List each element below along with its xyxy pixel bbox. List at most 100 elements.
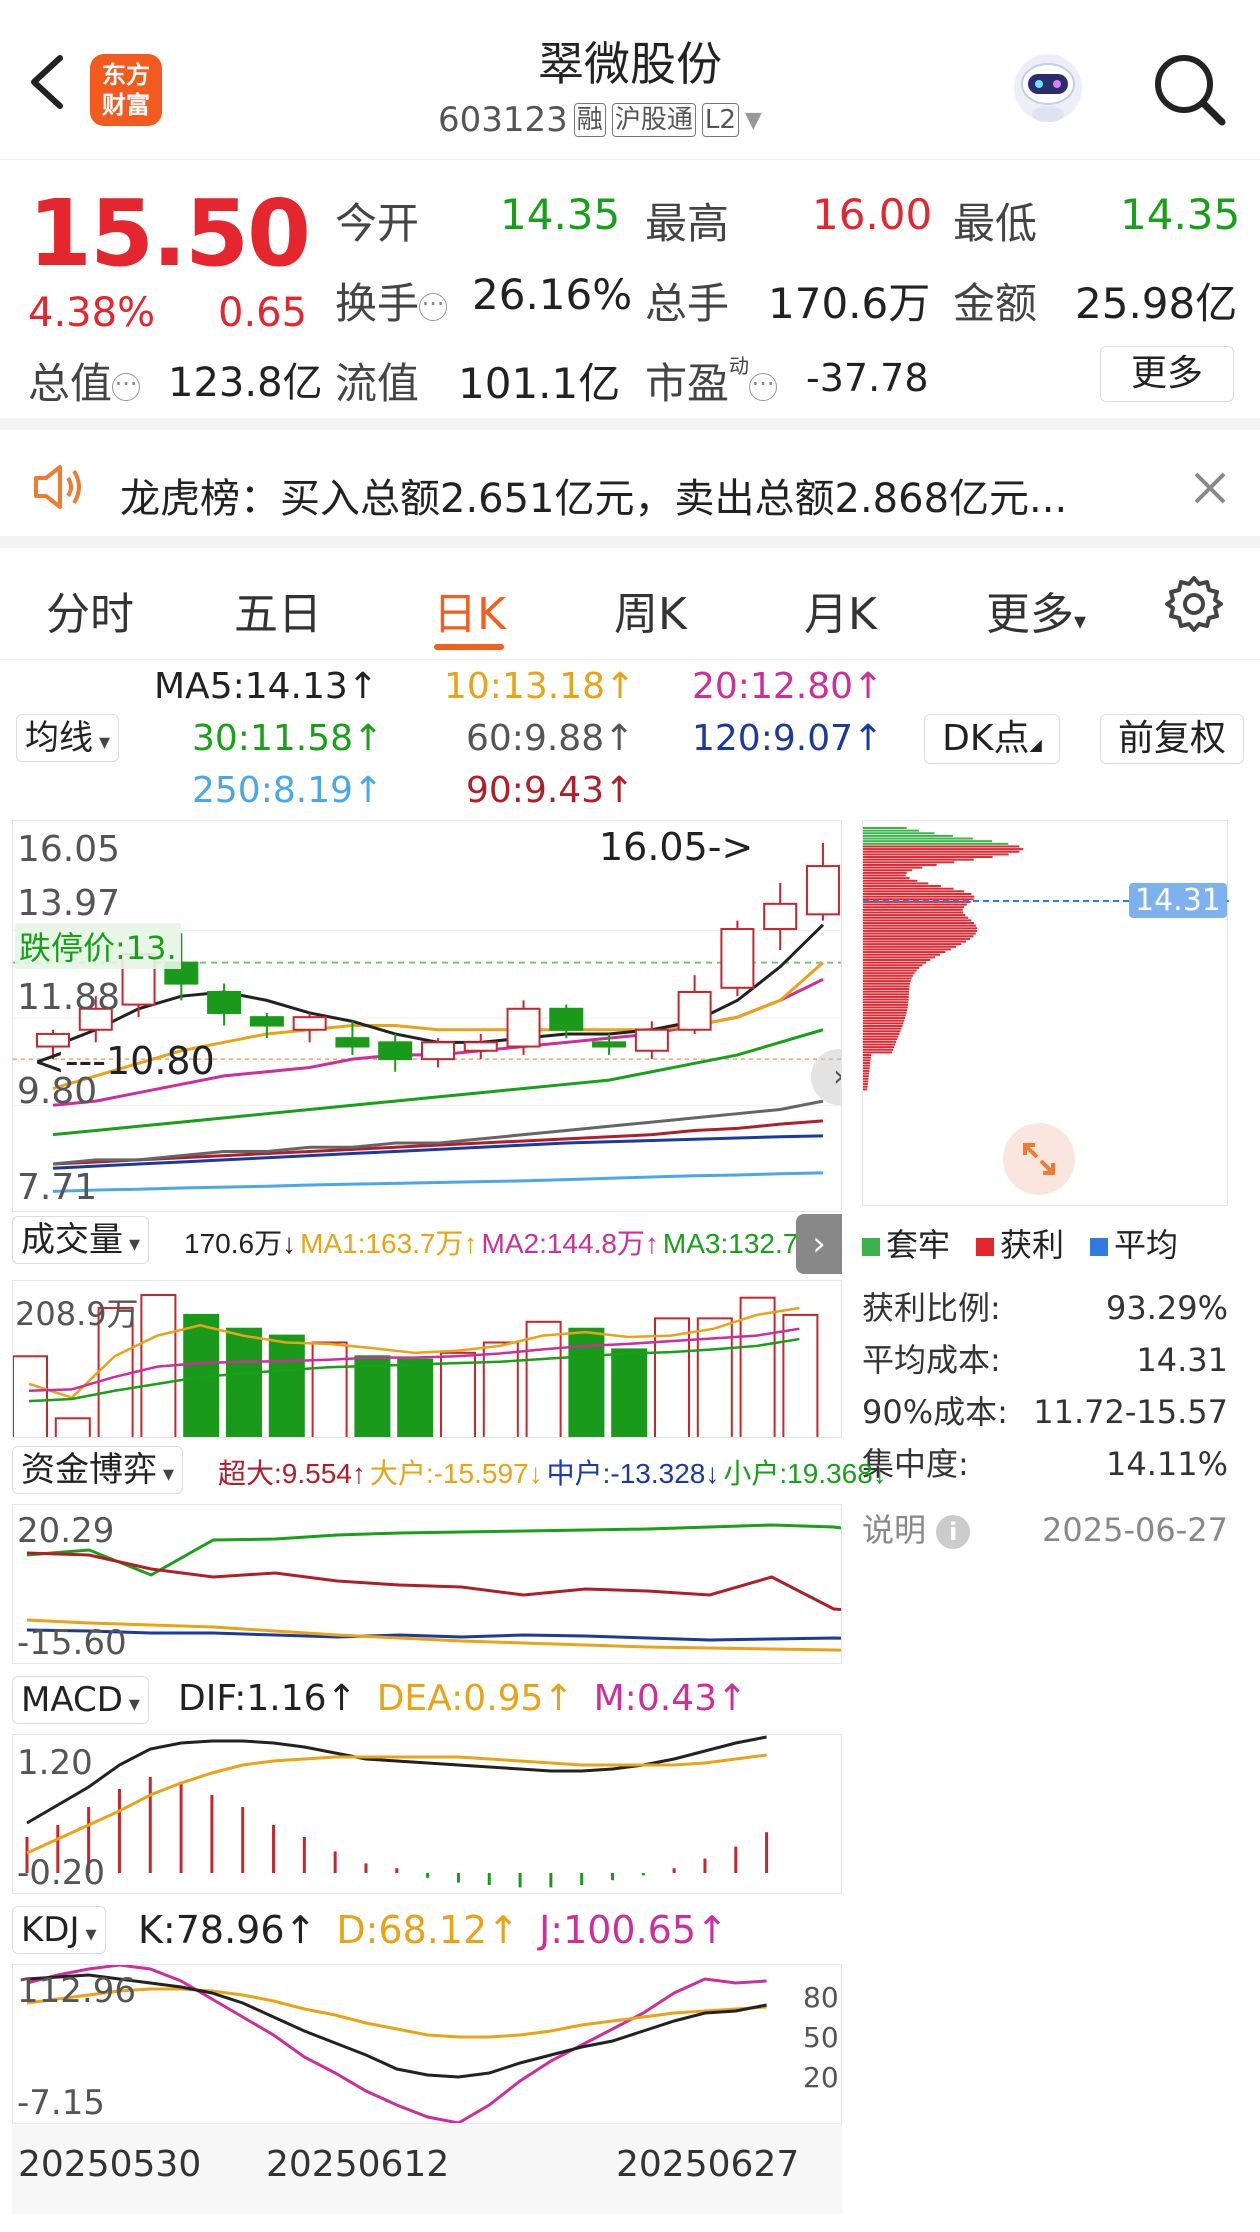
macd-selector[interactable]: MACD bbox=[12, 1676, 149, 1724]
adjust-button[interactable]: 前复权 bbox=[1100, 714, 1244, 764]
ma-selector[interactable]: 均线 bbox=[16, 714, 120, 762]
kdj-right-80: 80 bbox=[803, 1981, 839, 2014]
capital-selector[interactable]: 资金博弈 bbox=[12, 1446, 184, 1494]
note-link[interactable]: 说明 i bbox=[862, 1504, 971, 1556]
volume-bar bbox=[268, 1334, 305, 1437]
more-button[interactable]: 更多 bbox=[1100, 346, 1234, 402]
chip-bar bbox=[863, 1006, 908, 1009]
chip-bar bbox=[863, 929, 978, 932]
macd-chart[interactable]: 1.20 -0.20 bbox=[12, 1734, 842, 1894]
legend-average: 平均 bbox=[1090, 1220, 1178, 1266]
tab-intraday[interactable]: 分时 bbox=[46, 578, 134, 642]
expand-icon[interactable] bbox=[1003, 1123, 1075, 1195]
close-icon[interactable] bbox=[1192, 470, 1228, 506]
capital-small: 小户:19.368↓ bbox=[723, 1458, 887, 1489]
chip-bar bbox=[863, 1019, 905, 1022]
chip-bar bbox=[863, 998, 909, 1001]
chip-bar bbox=[863, 898, 974, 901]
kdj-svg bbox=[26, 1965, 767, 2123]
chip-distribution[interactable]: 14.31 bbox=[862, 820, 1229, 1206]
chip-bar bbox=[863, 988, 910, 991]
kdj-right-50: 50 bbox=[803, 2021, 839, 2054]
capital-selector-label: 资金博弈 bbox=[21, 1450, 157, 1490]
chip-bar bbox=[863, 1040, 897, 1043]
dk-point-label: DK点 bbox=[942, 718, 1030, 759]
more-dots-icon[interactable]: ··· bbox=[749, 372, 778, 401]
candle-body bbox=[805, 865, 840, 916]
chip-stats: 获利比例: 93.29% 平均成本: 14.31 90%成本: 11.72-15.57… bbox=[862, 1282, 1228, 1556]
chip-bar bbox=[863, 956, 936, 959]
stat-row: 获利比例: 93.29% bbox=[862, 1282, 1228, 1334]
tab-more-arrow: ▾ bbox=[1074, 607, 1087, 635]
tab-monthly-k[interactable]: 月K bbox=[804, 578, 877, 642]
stat-row: 集中度: 14.11% bbox=[862, 1438, 1228, 1490]
candle-body bbox=[249, 1016, 284, 1027]
ma20-value: 20:12.80↑ bbox=[692, 666, 884, 707]
chip-bar bbox=[863, 919, 972, 922]
field-amount-value: 25.98亿 bbox=[1075, 279, 1238, 328]
volume-bar bbox=[354, 1355, 391, 1437]
search-icon[interactable] bbox=[1150, 50, 1230, 130]
chip-bar bbox=[863, 945, 957, 948]
chip-date: 2025-06-27 bbox=[1042, 1511, 1228, 1549]
notice-bar[interactable]: 龙虎榜：买入总额2.651亿元，卖出总额2.868亿元... bbox=[0, 430, 1260, 548]
more-dots-icon[interactable]: ··· bbox=[112, 372, 141, 401]
chip-bar bbox=[863, 1083, 868, 1086]
chip-bar bbox=[863, 887, 954, 890]
chip-bar bbox=[863, 1014, 906, 1017]
chip-bar bbox=[863, 1051, 893, 1054]
stat-value: 93.29% bbox=[1105, 1289, 1228, 1327]
kdj-chart[interactable]: 112.96 -7.15 80 50 20 bbox=[12, 1964, 842, 2124]
chip-bar bbox=[863, 980, 911, 983]
more-dots-icon[interactable]: ··· bbox=[419, 292, 448, 321]
legend-profit: 获利 bbox=[976, 1220, 1064, 1266]
ma-selector-label: 均线 bbox=[25, 718, 93, 758]
stat-value: 14.31 bbox=[1136, 1341, 1228, 1379]
volume-bar bbox=[782, 1313, 819, 1437]
kline-chart[interactable]: 16.05 13.97 11.88 9.80 7.71 跌停价:13. 16.0… bbox=[12, 820, 842, 1212]
chip-bar bbox=[863, 1032, 900, 1035]
ma10-value: 10:13.18↑ bbox=[444, 666, 636, 707]
chip-bar bbox=[863, 845, 1020, 848]
gear-icon[interactable] bbox=[1164, 574, 1224, 634]
collapse-panel-button[interactable]: › bbox=[796, 1214, 842, 1274]
dropdown-icon[interactable]: ▼ bbox=[745, 108, 762, 133]
macd-dif: DIF:1.16↑ bbox=[178, 1678, 357, 1719]
legend-swatch bbox=[862, 1238, 880, 1256]
tag-margin: 融 bbox=[573, 103, 606, 137]
candle-body bbox=[420, 1041, 455, 1061]
kdj-selector[interactable]: KDJ bbox=[12, 1906, 106, 1954]
chip-bar bbox=[863, 972, 915, 975]
chip-bar bbox=[863, 1072, 870, 1075]
chip-bar bbox=[863, 1067, 870, 1070]
chip-bar bbox=[863, 1059, 871, 1062]
tab-weekly-k[interactable]: 周K bbox=[614, 578, 687, 642]
chip-bar bbox=[863, 832, 935, 835]
pe-label-text: 市盈 bbox=[645, 359, 730, 408]
tab-daily-k[interactable]: 日K bbox=[433, 578, 506, 642]
chip-avg-label: 14.31 bbox=[1129, 883, 1227, 918]
capital-chart[interactable]: 20.29 -15.60 bbox=[12, 1504, 842, 1664]
field-open-label: 今开 bbox=[335, 199, 420, 248]
tab-more[interactable]: 更多▾ bbox=[986, 578, 1086, 642]
ma250-line bbox=[52, 1171, 823, 1193]
period-tabs: 分时 五日 日K 周K 月K 更多▾ bbox=[0, 548, 1260, 660]
volume-bar bbox=[311, 1341, 348, 1437]
chip-bar bbox=[863, 914, 966, 917]
notice-text[interactable]: 龙虎榜：买入总额2.651亿元，卖出总额2.868亿元... bbox=[120, 466, 1067, 524]
chip-bar bbox=[863, 877, 910, 880]
field-total-value-label: 总值 ··· bbox=[28, 350, 141, 411]
volume-chart[interactable]: 208.9万 bbox=[12, 1280, 842, 1438]
capital-medium: 中户:-13.328↓ bbox=[546, 1458, 720, 1489]
chip-bar bbox=[863, 948, 951, 951]
chip-bar bbox=[863, 848, 1024, 851]
robot-icon[interactable] bbox=[1008, 48, 1088, 128]
chip-bar bbox=[863, 834, 953, 837]
candle-body bbox=[634, 1028, 669, 1052]
candle-body bbox=[720, 928, 755, 989]
field-pe-value: -37.78 bbox=[806, 356, 929, 400]
dk-point-button[interactable]: DK点◢ bbox=[924, 714, 1060, 764]
tab-five-day[interactable]: 五日 bbox=[234, 578, 322, 642]
volume-selector[interactable]: 成交量 bbox=[12, 1216, 150, 1264]
volume-bar bbox=[226, 1327, 262, 1437]
